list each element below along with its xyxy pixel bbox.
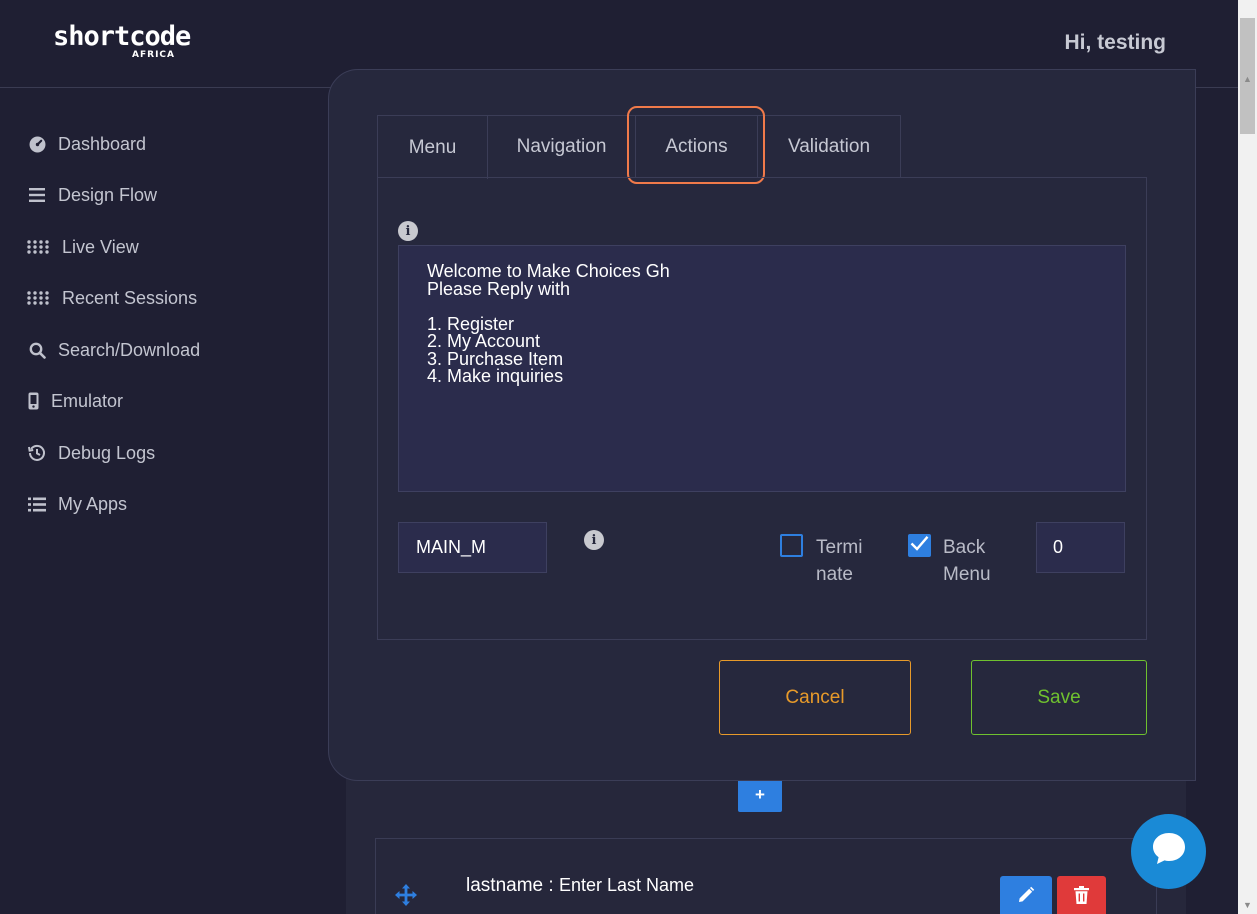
- info-icon[interactable]: i: [398, 221, 418, 241]
- sidebar-item-label: Debug Logs: [58, 442, 156, 463]
- flow-step-key: lastname: [466, 875, 544, 896]
- sidebar-item-emulator[interactable]: Emulator: [27, 386, 123, 416]
- sidebar-item-label: My Apps: [58, 493, 128, 514]
- info-icon[interactable]: i: [584, 530, 604, 550]
- grid-dots-icon: [27, 237, 49, 257]
- logo-main-text: shortcode: [53, 21, 191, 52]
- trash-icon: [1074, 885, 1089, 909]
- page-scrollbar[interactable]: [1238, 0, 1257, 914]
- pencil-icon: [1017, 886, 1035, 909]
- search-icon: [27, 340, 47, 360]
- save-button[interactable]: Save: [971, 660, 1147, 735]
- tab-menu[interactable]: Menu: [377, 115, 488, 179]
- tab-label: Validation: [787, 136, 871, 157]
- tab-label: Actions: [665, 135, 728, 157]
- flow-step-text: lastname : Enter Last Name: [466, 875, 694, 897]
- menu-code-input[interactable]: [398, 522, 547, 573]
- scroll-up-arrow-icon[interactable]: ▲: [1238, 69, 1257, 88]
- sidebar-item-search-download[interactable]: Search/Download: [27, 335, 200, 365]
- sidebar-item-dashboard[interactable]: Dashboard: [27, 129, 146, 159]
- flow-step-separator: :: [543, 875, 559, 896]
- checkmark-icon: [910, 535, 929, 556]
- sidebar: Dashboard Design Flow Live View Recent S…: [0, 89, 330, 914]
- sidebar-item-label: Design Flow: [58, 184, 158, 205]
- chat-bubble-icon: [1150, 830, 1188, 873]
- tab-navigation[interactable]: Navigation: [487, 115, 636, 178]
- user-greeting[interactable]: Hi, testing: [1064, 31, 1166, 55]
- grid-dots-icon: [27, 288, 49, 308]
- move-arrows-icon[interactable]: [395, 884, 417, 906]
- bars-icon: [27, 185, 47, 205]
- sidebar-item-label: Recent Sessions: [62, 287, 198, 308]
- mobile-phone-icon: [27, 391, 39, 411]
- terminate-label: Termi nate: [816, 537, 863, 585]
- list-icon: [27, 494, 47, 514]
- sidebar-item-label: Live View: [62, 236, 139, 257]
- tab-validation[interactable]: Validation: [757, 115, 901, 178]
- sidebar-item-debug-logs[interactable]: Debug Logs: [27, 438, 155, 468]
- back-menu-label: Back Menu: [943, 537, 991, 585]
- flow-step-prompt: Enter Last Name: [558, 875, 695, 895]
- tab-label: Navigation: [516, 136, 607, 157]
- sidebar-item-design-flow[interactable]: Design Flow: [27, 180, 157, 210]
- sidebar-item-label: Search/Download: [58, 339, 201, 360]
- back-menu-checkbox[interactable]: [908, 534, 931, 557]
- terminate-checkbox[interactable]: [780, 534, 803, 557]
- sidebar-item-recent-sessions[interactable]: Recent Sessions: [27, 283, 197, 313]
- sidebar-item-live-view[interactable]: Live View: [27, 232, 139, 262]
- delete-step-button[interactable]: [1057, 876, 1106, 914]
- history-icon: [27, 443, 47, 463]
- dashboard-gauge-icon: [27, 134, 47, 154]
- sidebar-item-my-apps[interactable]: My Apps: [27, 489, 127, 519]
- shortcode-africa-logo[interactable]: shortcode AFRICA: [53, 21, 191, 61]
- cancel-button[interactable]: Cancel: [719, 660, 911, 735]
- menu-text-area[interactable]: Welcome to Make Choices Gh Please Reply …: [398, 245, 1126, 492]
- edit-step-button[interactable]: [1000, 876, 1052, 914]
- chat-widget-button[interactable]: [1131, 814, 1206, 889]
- add-step-button[interactable]: +: [738, 778, 782, 812]
- tab-label: Menu: [408, 136, 457, 158]
- sidebar-item-label: Emulator: [51, 390, 124, 411]
- sidebar-item-label: Dashboard: [58, 133, 147, 154]
- scroll-down-arrow-icon[interactable]: ▼: [1238, 895, 1257, 914]
- number-input[interactable]: [1036, 522, 1125, 573]
- tab-actions[interactable]: Actions: [635, 115, 758, 178]
